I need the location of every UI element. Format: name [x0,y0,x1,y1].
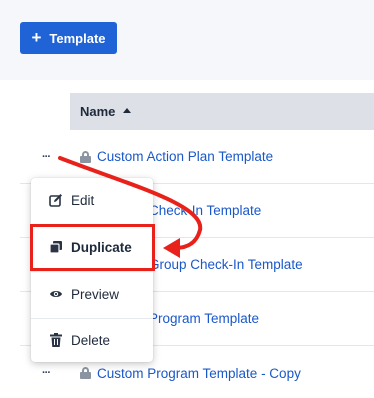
plus-icon: + [31,28,42,47]
add-template-button[interactable]: + Template [20,22,117,54]
template-name-link[interactable]: Program Template [149,292,259,345]
menu-item-label: Delete [71,332,111,348]
pencil-square-icon [49,193,63,207]
lock-icon [80,367,91,379]
column-header-name[interactable]: Name [80,104,115,119]
eye-icon [49,287,63,301]
lock-icon [80,150,91,163]
menu-item-edit[interactable]: Edit [31,180,153,220]
template-name-link[interactable]: Group Check-In Template [149,238,303,291]
table-header: Name [70,93,374,130]
add-template-label: Template [49,30,106,46]
template-name-link[interactable]: Check-In Template [149,184,261,237]
menu-item-delete[interactable]: Delete [31,320,153,360]
table-row: ··· Custom Action Plan Template [20,130,374,184]
annotation-highlight-box [30,224,155,271]
sort-ascending-icon[interactable] [123,108,132,113]
menu-item-label: Edit [71,192,95,208]
menu-item-preview[interactable]: Preview [31,274,153,314]
row-actions-button[interactable]: ··· [42,130,51,183]
menu-divider [31,318,153,319]
menu-divider [31,271,153,272]
template-name-link[interactable]: Custom Action Plan Template [97,130,273,183]
menu-item-label: Preview [71,286,120,302]
trash-icon [49,333,63,347]
